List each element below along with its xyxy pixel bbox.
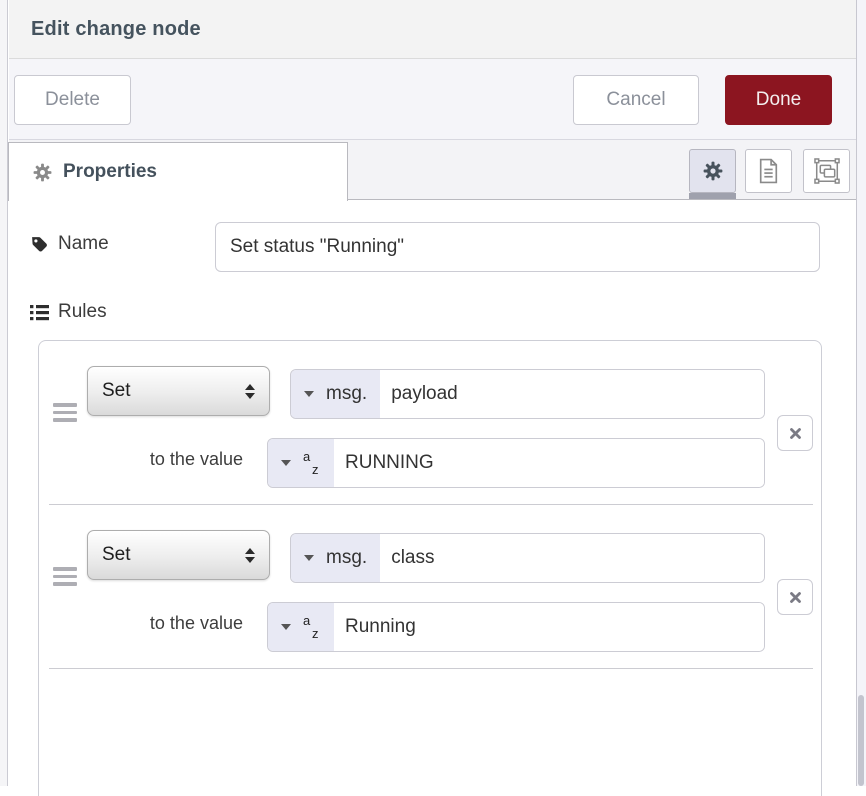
tab-properties[interactable]: Properties xyxy=(8,142,348,201)
properties-panel: Name Rules xyxy=(9,200,856,786)
tag-icon xyxy=(30,235,49,254)
name-input[interactable] xyxy=(215,222,820,272)
rule1-action-value: Set xyxy=(102,380,131,402)
tab-description-button[interactable] xyxy=(745,149,792,193)
rule2-property-type-button[interactable]: msg. xyxy=(291,534,380,582)
scrollbar-thumb[interactable] xyxy=(858,695,864,786)
editor-tabbar: Properties xyxy=(9,140,856,200)
rule1-property-value[interactable]: payload xyxy=(380,370,764,418)
name-field-label: Name xyxy=(30,233,109,255)
rule2-action-select[interactable]: Set xyxy=(87,530,270,580)
delete-button[interactable]: Delete xyxy=(14,75,131,125)
gear-icon xyxy=(703,161,723,181)
dialog-title: Edit change node xyxy=(31,18,201,41)
rules-list: Set msg. payload to the value xyxy=(38,340,822,796)
rule1-property-prefix: msg. xyxy=(326,383,367,405)
rule1-property-input: msg. payload xyxy=(290,369,765,419)
tray-toolbar: Delete Cancel Done xyxy=(9,59,856,140)
gear-icon xyxy=(33,163,52,182)
rule2-action-value: Set xyxy=(102,544,131,566)
document-icon xyxy=(758,158,779,184)
rule2-value-type-button[interactable]: a z xyxy=(268,603,334,651)
rule2-to-value-label: to the value xyxy=(79,613,243,634)
tab-properties-label: Properties xyxy=(63,161,157,183)
name-label-text: Name xyxy=(58,233,109,255)
rule-row-1: Set msg. payload to the value xyxy=(39,341,821,505)
drag-handle-icon[interactable] xyxy=(53,403,77,426)
drag-handle-icon[interactable] xyxy=(53,567,77,590)
edit-change-node-dialog: Edit change node Delete Cancel Done xyxy=(0,0,866,786)
rule2-property-value[interactable]: class xyxy=(380,534,764,582)
rule1-value[interactable]: RUNNING xyxy=(334,439,764,487)
close-icon xyxy=(789,427,802,440)
chevron-down-icon xyxy=(304,391,314,397)
close-icon xyxy=(789,591,802,604)
rule2-property-prefix: msg. xyxy=(326,547,367,569)
tab-properties-icon-button[interactable] xyxy=(689,149,736,193)
string-type-icon: a z xyxy=(303,450,321,476)
rule2-remove-button[interactable] xyxy=(777,579,813,615)
rule2-property-input: msg. class xyxy=(290,533,765,583)
cancel-button[interactable]: Cancel xyxy=(573,75,699,125)
rule1-remove-button[interactable] xyxy=(777,415,813,451)
chevron-down-icon xyxy=(281,460,291,466)
edit-tray: Edit change node Delete Cancel Done xyxy=(9,0,857,786)
select-updown-icon xyxy=(245,548,255,563)
rule1-to-value-label: to the value xyxy=(79,449,243,470)
tray-resize-handle[interactable] xyxy=(0,0,8,786)
list-icon xyxy=(30,304,49,321)
chevron-down-icon xyxy=(304,555,314,561)
rules-section-label: Rules xyxy=(30,301,107,323)
done-button[interactable]: Done xyxy=(725,75,832,125)
rule2-value[interactable]: Running xyxy=(334,603,764,651)
rule1-action-select[interactable]: Set xyxy=(87,366,270,416)
rule-row-2: Set msg. class to the value xyxy=(39,505,821,669)
rules-label-text: Rules xyxy=(58,301,107,323)
rule1-value-input: a z RUNNING xyxy=(267,438,765,488)
tab-appearance-button[interactable] xyxy=(803,149,850,193)
chevron-down-icon xyxy=(281,624,291,630)
appearance-group-icon xyxy=(814,158,840,184)
rule1-value-type-button[interactable]: a z xyxy=(268,439,334,487)
scrollbar-track[interactable] xyxy=(857,0,866,786)
rule1-property-type-button[interactable]: msg. xyxy=(291,370,380,418)
string-type-icon: a z xyxy=(303,614,321,640)
rule2-value-input: a z Running xyxy=(267,602,765,652)
tray-header: Edit change node xyxy=(9,0,856,59)
select-updown-icon xyxy=(245,384,255,399)
